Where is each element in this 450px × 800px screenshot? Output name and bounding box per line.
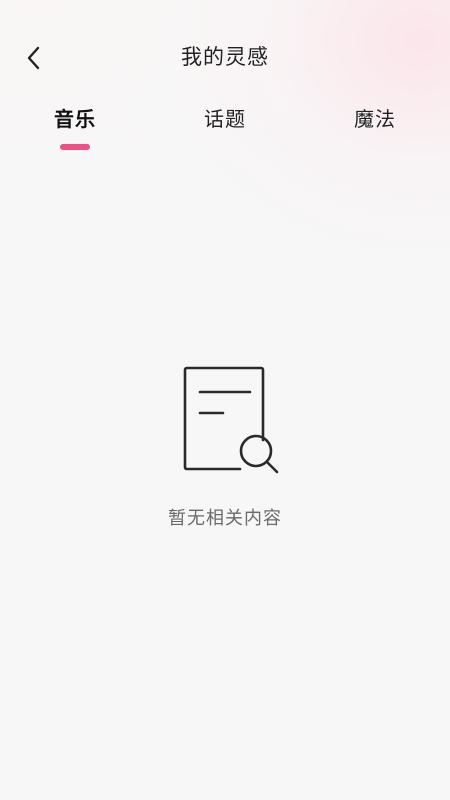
inspiration-screen: 我的灵感 音乐 话题 魔法 暂无相关内容 <box>0 0 450 800</box>
tab-magic[interactable]: 魔法 <box>340 100 410 156</box>
tab-music-label: 音乐 <box>54 107 96 131</box>
tab-magic-label: 魔法 <box>354 107 396 131</box>
empty-state: 暂无相关内容 <box>0 355 450 545</box>
tab-bar: 音乐 话题 魔法 <box>0 100 450 156</box>
page-title: 我的灵感 <box>181 45 269 69</box>
tab-topic-label: 话题 <box>204 107 246 131</box>
top-bar: 我的灵感 <box>0 0 450 112</box>
active-tab-indicator <box>60 144 90 150</box>
document-search-icon <box>183 366 279 474</box>
tab-topic[interactable]: 话题 <box>190 100 260 156</box>
tab-music[interactable]: 音乐 <box>40 100 110 156</box>
empty-state-message: 暂无相关内容 <box>168 508 282 529</box>
